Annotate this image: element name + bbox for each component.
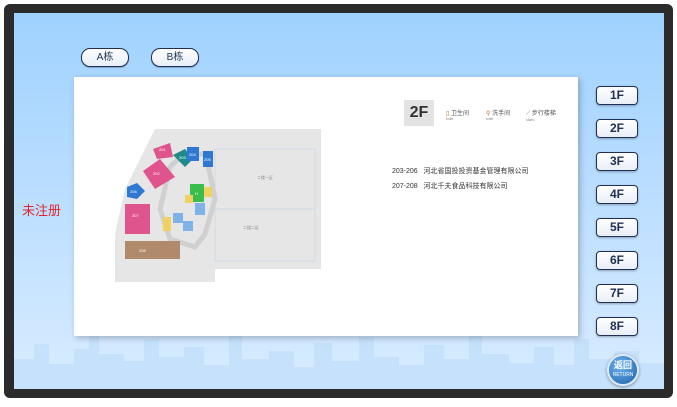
legend-washroom-label: 洗手间 [492, 111, 511, 117]
return-button-sub: RETURN [612, 372, 634, 378]
map-label-202: 202 [153, 171, 160, 176]
map-label-204: 204 [189, 152, 196, 157]
map-label-h1: H [195, 191, 198, 196]
floor-plan-map: 二楼一区 二楼二区 201 202 203 204 205 206 207 20… [115, 129, 321, 282]
map-label-207: 207 [132, 213, 139, 218]
tenant-row: 207-208 河北千夫食品科技有限公司 [392, 181, 508, 191]
floor-button-5f[interactable]: 5F [596, 218, 638, 237]
current-floor-badge: 2F [404, 100, 434, 126]
map-label-206: 206 [130, 189, 137, 194]
map-label-201: 201 [159, 147, 166, 152]
floor-button-3f[interactable]: 3F [596, 152, 638, 171]
map-label-205: 205 [204, 157, 211, 162]
tenant-row: 203-206 河北省国投投资基金管理有限公司 [392, 166, 529, 176]
tenant-name: 河北省国投投资基金管理有限公司 [423, 168, 529, 175]
return-button-label: 返回 [613, 360, 632, 370]
tenant-name: 河北千夫食品科技有限公司 [423, 183, 508, 190]
stairs-icon: ⟋ [526, 111, 531, 117]
floor-button-1f[interactable]: 1F [596, 86, 638, 105]
legend-restroom-sub: toilet [446, 117, 454, 121]
tab-building-b[interactable]: B栋 [151, 48, 199, 67]
map-label-208: 208 [139, 248, 146, 253]
tenant-room: 203-206 [392, 168, 418, 175]
return-button[interactable]: 返回 RETURN [607, 354, 639, 386]
legend-restroom: ▯ 卫生间 toilet [446, 108, 469, 121]
legend-restroom-label: 卫生间 [450, 111, 469, 117]
legend-stairs-sub: stairs [526, 118, 535, 122]
legend-washroom-sub: toilet [486, 117, 494, 121]
floor-button-7f[interactable]: 7F [596, 284, 638, 303]
legend-washroom: ⚲ 洗手间 toilet [486, 108, 510, 121]
floor-button-6f[interactable]: 6F [596, 251, 638, 270]
unregistered-watermark: 未注册 [22, 203, 62, 218]
map-label-zone-b: 二楼二区 [243, 224, 259, 230]
map-label-203: 203 [179, 155, 186, 160]
legend-stairs: ⟋ 步行楼梯 stairs [526, 108, 556, 122]
map-label-zone-a: 二楼一区 [257, 174, 273, 180]
floor-button-8f[interactable]: 8F [596, 317, 638, 336]
legend-stairs-label: 步行楼梯 [531, 111, 556, 117]
tab-building-a[interactable]: A栋 [81, 48, 129, 67]
floor-button-4f[interactable]: 4F [596, 185, 638, 204]
floor-button-2f[interactable]: 2F [596, 119, 638, 138]
room-207 [125, 204, 150, 234]
room-208 [125, 241, 180, 259]
tenant-room: 207-208 [392, 183, 418, 190]
